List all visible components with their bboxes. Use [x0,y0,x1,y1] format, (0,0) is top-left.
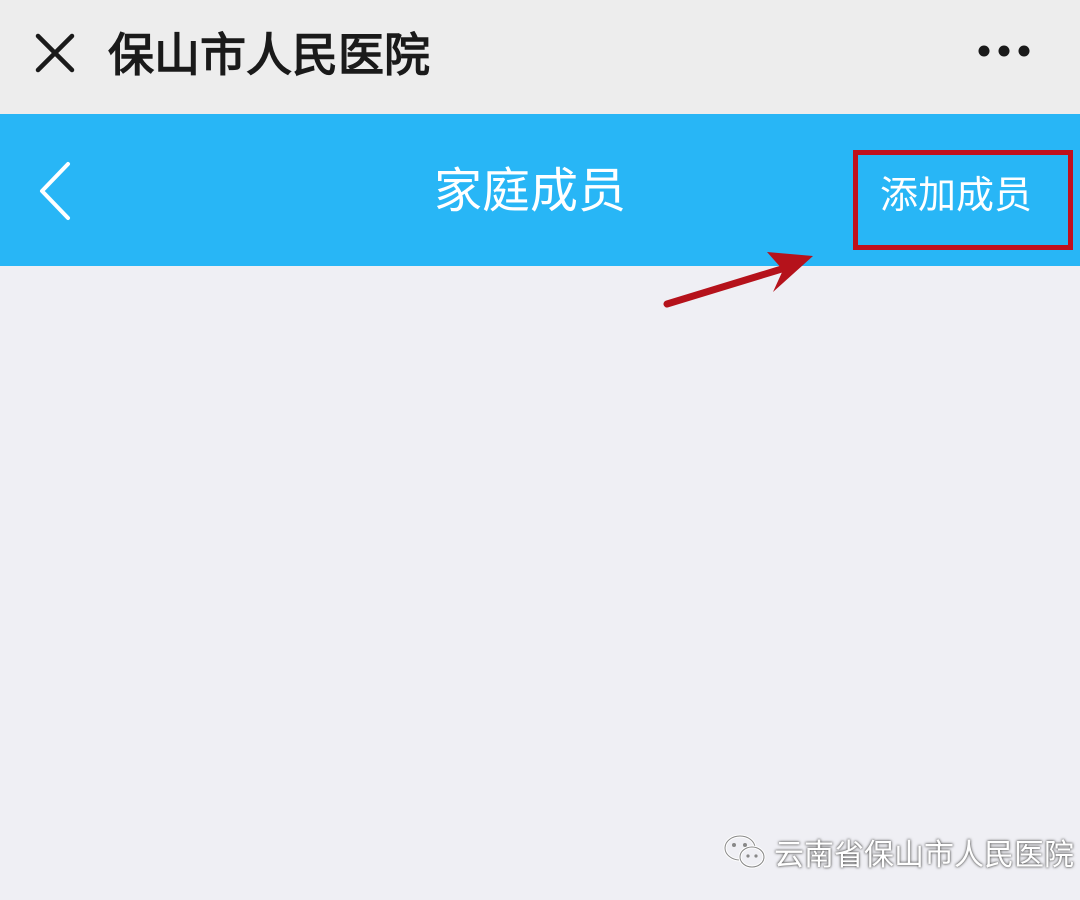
page-title: 家庭成员 [433,163,626,219]
watermark-text: 云南省保山市人民医院 [774,838,1074,873]
mini-program-top-bar: 保山市人民医院 [0,0,1080,114]
member-list-empty-area [0,266,1080,900]
chevron-left-icon[interactable] [30,158,80,224]
page-nav-bar: 家庭成员 添加成员 [0,114,1080,266]
more-dots-icon[interactable] [972,36,1036,66]
add-member-button[interactable]: 添加成员 [856,152,1056,238]
app-screen: 保山市人民医院 家庭成员 添加成员 云南省保山市人民医院 [0,0,1080,900]
wechat-logo-icon [723,834,766,869]
window-title: 保山市人民医院 [108,28,430,82]
wechat-watermark: 云南省保山市人民医院 [722,828,1074,876]
close-icon[interactable] [30,28,80,78]
